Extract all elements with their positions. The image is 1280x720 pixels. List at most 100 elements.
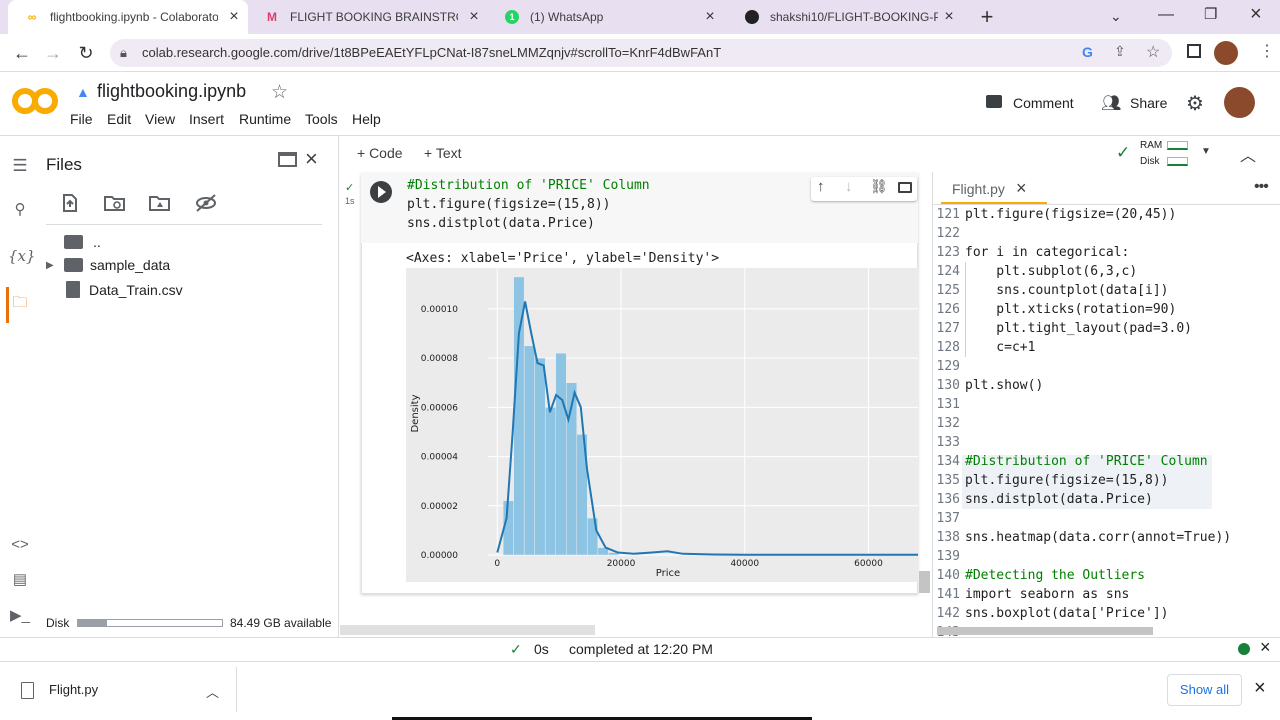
side-panel-icon[interactable]: [1187, 44, 1201, 58]
lock-icon[interactable]: 🔒︎: [120, 45, 127, 61]
editor-more-options-icon[interactable]: •••: [1254, 178, 1269, 196]
menu-insert[interactable]: Insert: [189, 111, 224, 127]
editor-code-line[interactable]: c=c+1: [965, 340, 1035, 355]
notebook-horizontal-scrollbar[interactable]: [340, 625, 595, 635]
notebook-vertical-scrollbar[interactable]: [919, 571, 930, 593]
disk-usage-mini-bar[interactable]: [1167, 157, 1188, 166]
refresh-folder-icon[interactable]: [103, 192, 127, 214]
close-window-button[interactable]: ×: [1250, 3, 1262, 26]
expand-chevron-icon[interactable]: ▶: [46, 260, 54, 271]
google-lens-icon[interactable]: G: [1082, 44, 1093, 60]
share-page-icon[interactable]: ⇪: [1114, 43, 1126, 60]
editor-code-line[interactable]: for i in categorical:: [965, 245, 1129, 260]
file-tree-item-parent[interactable]: ..: [64, 234, 101, 250]
forward-arrow-icon[interactable]: →: [40, 40, 66, 66]
editor-code-line[interactable]: #Detecting the Outliers: [965, 568, 1145, 583]
ram-usage-bar[interactable]: [1167, 141, 1188, 150]
code-snippets-icon[interactable]: <>: [8, 533, 32, 557]
editor-code-lines[interactable]: 121 plt.figure(figsize=(20,45)) 122 123 for …: [932, 207, 1280, 637]
move-cell-up-icon[interactable]: ↑: [817, 178, 825, 195]
browser-tab-colab[interactable]: ∞ flightbooking.ipynb - Colaborato: [8, 0, 248, 34]
editor-horizontal-scrollbar[interactable]: [937, 627, 1153, 635]
share-people-icon[interactable]: 👥︎: [1101, 93, 1121, 113]
browser-tab-github[interactable]: shakshi10/FLIGHT-BOOKING-PR: [728, 0, 968, 34]
ram-label[interactable]: RAM: [1140, 140, 1162, 151]
add-text-cell-button[interactable]: + Text: [424, 145, 462, 161]
colab-logo-icon[interactable]: [12, 86, 58, 116]
close-download-bar-icon[interactable]: ×: [1254, 677, 1266, 700]
editor-code-line[interactable]: plt.tight_layout(pad=3.0): [965, 321, 1192, 336]
editor-code-line[interactable]: plt.figure(figsize=(15,8)): [965, 473, 1169, 488]
user-avatar[interactable]: [1224, 87, 1255, 118]
move-cell-down-icon[interactable]: ↓: [845, 178, 853, 195]
table-of-contents-icon[interactable]: ☰: [8, 154, 32, 178]
add-comment-icon[interactable]: [898, 182, 912, 193]
close-tab-icon[interactable]: ×: [940, 8, 958, 26]
back-arrow-icon[interactable]: ←: [9, 40, 35, 66]
browser-menu-icon[interactable]: ⋮: [1259, 41, 1275, 61]
bookmark-star-icon[interactable]: ☆: [1146, 42, 1160, 62]
open-in-tab-icon[interactable]: [278, 152, 297, 167]
search-icon[interactable]: ⚲: [8, 198, 32, 222]
share-button[interactable]: Share: [1130, 95, 1167, 111]
tab-search-chevron-icon[interactable]: ⌄: [1110, 8, 1122, 25]
editor-code-line[interactable]: plt.xticks(rotation=90): [965, 302, 1176, 317]
close-tab-icon[interactable]: ×: [465, 8, 483, 26]
terminal-icon[interactable]: ▶_: [8, 604, 32, 628]
comment-icon[interactable]: [986, 95, 1002, 108]
close-tab-icon[interactable]: ×: [701, 8, 719, 26]
variables-icon[interactable]: {x}: [8, 244, 36, 268]
show-all-downloads-button[interactable]: Show all: [1167, 674, 1242, 706]
editor-code-line[interactable]: #Distribution of 'PRICE' Column: [965, 454, 1208, 469]
mount-drive-icon[interactable]: [148, 192, 172, 214]
status-exec-time[interactable]: 0s: [534, 641, 549, 657]
upload-file-icon[interactable]: [59, 192, 83, 214]
files-folder-icon[interactable]: 🗀: [8, 291, 32, 315]
new-tab-button[interactable]: +: [976, 6, 998, 28]
command-palette-icon[interactable]: ▤: [8, 568, 32, 592]
runtime-dropdown-icon[interactable]: ▼: [1201, 146, 1211, 157]
close-status-icon[interactable]: ×: [1260, 637, 1271, 658]
editor-code-line[interactable]: sns.countplot(data[i]): [965, 283, 1168, 298]
restore-window-button[interactable]: ❐: [1204, 5, 1217, 23]
menu-edit[interactable]: Edit: [107, 111, 131, 127]
menu-file[interactable]: File: [70, 111, 93, 127]
hide-files-icon[interactable]: [194, 192, 218, 214]
editor-code-line[interactable]: plt.show(): [965, 378, 1043, 393]
file-tree-item-sample-data[interactable]: sample_data: [64, 257, 170, 273]
browser-tab-whatsapp[interactable]: 1 (1) WhatsApp: [488, 0, 728, 34]
download-options-chevron-icon[interactable]: ︿: [206, 682, 219, 701]
menu-view[interactable]: View: [145, 111, 175, 127]
minimize-window-button[interactable]: —: [1158, 6, 1174, 24]
menu-runtime[interactable]: Runtime: [239, 111, 291, 127]
download-filename[interactable]: Flight.py: [49, 682, 98, 697]
close-panel-icon[interactable]: ×: [305, 146, 318, 172]
add-code-cell-button[interactable]: + Code: [357, 145, 403, 161]
code-line-1[interactable]: #Distribution of 'PRICE' Column: [407, 178, 650, 193]
close-editor-tab-icon[interactable]: ×: [1016, 178, 1027, 199]
settings-gear-icon[interactable]: ⚙: [1186, 91, 1204, 116]
disk-resource-label[interactable]: Disk: [1140, 156, 1159, 167]
editor-code-line[interactable]: sns.distplot(data.Price): [965, 492, 1153, 507]
menu-help[interactable]: Help: [352, 111, 381, 127]
editor-code-line[interactable]: sns.heatmap(data.corr(annot=True)): [965, 530, 1231, 545]
editor-tab-label[interactable]: Flight.py: [952, 181, 1005, 197]
editor-code-line[interactable]: import seaborn as sns: [965, 587, 1129, 602]
reload-icon[interactable]: ↻: [73, 40, 99, 66]
code-line-2[interactable]: plt.figure(figsize=(15,8)): [407, 197, 611, 212]
connected-check-icon[interactable]: ✓: [1116, 143, 1130, 163]
collapse-header-icon[interactable]: ︿: [1240, 142, 1256, 166]
comment-button[interactable]: Comment: [1013, 95, 1074, 111]
browser-tab-miro[interactable]: M FLIGHT BOOKING BRAINSTROM: [248, 0, 488, 34]
file-tree-item-data-train[interactable]: Data_Train.csv: [66, 281, 183, 298]
link-to-cell-icon[interactable]: ⛓: [870, 178, 888, 195]
status-message[interactable]: completed at 12:20 PM: [569, 641, 713, 657]
run-cell-button[interactable]: [370, 181, 392, 203]
notebook-title[interactable]: flightbooking.ipynb: [97, 81, 246, 102]
editor-code-line[interactable]: sns.boxplot(data['Price']): [965, 606, 1169, 621]
code-line-3[interactable]: sns.distplot(data.Price): [407, 216, 595, 231]
editor-code-line[interactable]: plt.figure(figsize=(20,45)): [965, 207, 1176, 222]
url-text[interactable]: colab.research.google.com/drive/1t8BPeEA…: [142, 45, 721, 60]
profile-avatar[interactable]: [1214, 41, 1238, 65]
star-icon[interactable]: ☆: [271, 81, 288, 104]
